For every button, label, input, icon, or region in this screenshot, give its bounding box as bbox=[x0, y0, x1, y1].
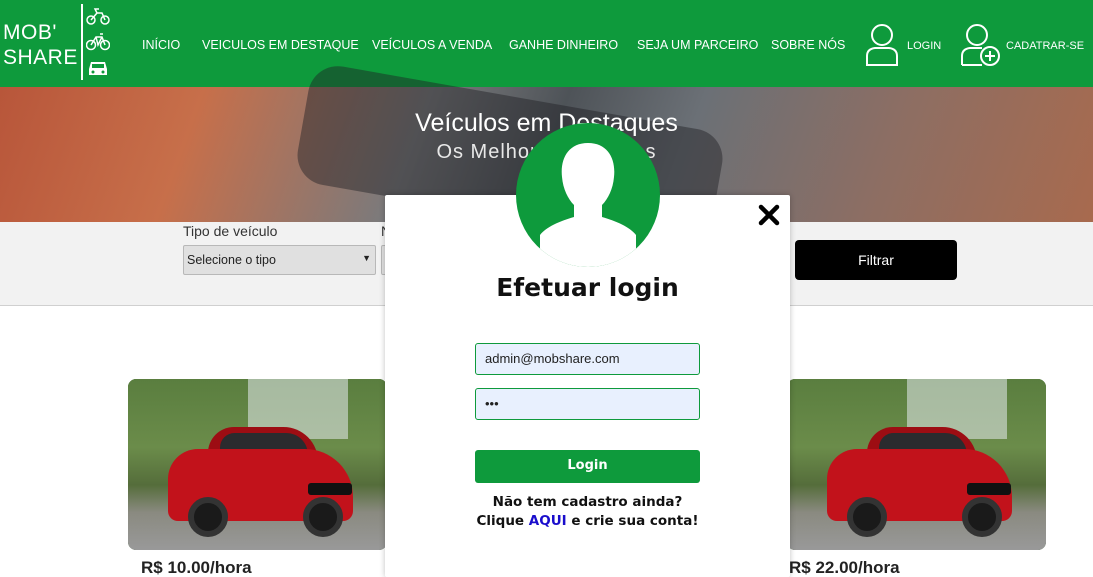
logo-line2: SHARE bbox=[3, 46, 78, 69]
signup-line2: Clique AQUI e crie sua conta! bbox=[385, 512, 790, 531]
car-wheel bbox=[847, 497, 887, 537]
top-header: MOB' SHARE INÍCIO VEICULOS EM DESTAQUE V… bbox=[0, 0, 1093, 87]
signup-prefix: Clique bbox=[476, 513, 529, 529]
nav-item-veiculos-destaque[interactable]: VEICULOS EM DESTAQUE bbox=[202, 38, 359, 52]
card-price: R$ 22.00/hora bbox=[789, 558, 900, 577]
nav-item-veiculos-venda[interactable]: VEÍCULOS A VENDA bbox=[372, 38, 492, 52]
vehicle-type-label: Tipo de veículo bbox=[183, 223, 278, 239]
signup-label: CADATRAR-SE bbox=[1006, 40, 1085, 52]
banner-title: Veículos em Destaques bbox=[415, 109, 678, 137]
login-button[interactable]: Login bbox=[475, 450, 700, 483]
vehicle-type-value: Selecione o tipo bbox=[187, 253, 276, 267]
car-wheel bbox=[962, 497, 1002, 537]
nav-item-seja-parceiro[interactable]: SEJA UM PARCEIRO bbox=[637, 38, 758, 52]
logo[interactable]: MOB' SHARE bbox=[0, 4, 112, 80]
dropdown-arrow-icon: ▼ bbox=[362, 253, 371, 263]
motorcycle-icon bbox=[86, 8, 110, 25]
car-grille bbox=[967, 483, 1011, 495]
vehicle-type-select[interactable]: Selecione o tipo ▼ bbox=[183, 245, 376, 275]
vehicle-card[interactable] bbox=[787, 379, 1046, 550]
nav-item-inicio[interactable]: INÍCIO bbox=[142, 38, 180, 52]
car-wheel bbox=[303, 497, 343, 537]
modal-title: Efetuar login bbox=[496, 273, 679, 302]
vehicle-card[interactable] bbox=[128, 379, 387, 550]
car-grille bbox=[308, 483, 352, 495]
bicycle-icon bbox=[86, 33, 110, 51]
login-label: LOGIN bbox=[907, 40, 942, 52]
signup-link[interactable]: CADATRAR-SE bbox=[960, 22, 1085, 68]
login-link[interactable]: LOGIN bbox=[864, 22, 944, 68]
logo-divider bbox=[81, 4, 83, 80]
add-user-icon bbox=[961, 24, 1000, 66]
avatar bbox=[516, 123, 660, 267]
signup-prompt: Não tem cadastro ainda? Clique AQUI e cr… bbox=[385, 493, 790, 531]
logo-line1: MOB' bbox=[3, 21, 57, 44]
car-wheel bbox=[188, 497, 228, 537]
user-icon bbox=[866, 24, 898, 66]
signup-here-link[interactable]: AQUI bbox=[529, 513, 567, 529]
nav-item-ganhe-dinheiro[interactable]: GANHE DINHEIRO bbox=[509, 38, 618, 52]
car-icon bbox=[89, 62, 107, 75]
card-price: R$ 10.00/hora bbox=[141, 558, 252, 577]
email-field[interactable]: admin@mobshare.com bbox=[475, 343, 700, 375]
nav-item-sobre-nos[interactable]: SOBRE NÓS bbox=[771, 38, 845, 52]
user-silhouette-icon bbox=[540, 143, 636, 267]
signup-line1: Não tem cadastro ainda? bbox=[492, 494, 683, 510]
filter-button[interactable]: Filtrar bbox=[795, 240, 957, 280]
signup-suffix: e crie sua conta! bbox=[566, 513, 699, 529]
logo-text: MOB' SHARE bbox=[3, 20, 78, 70]
password-field[interactable]: ••• bbox=[475, 388, 700, 420]
close-icon[interactable] bbox=[757, 203, 781, 227]
